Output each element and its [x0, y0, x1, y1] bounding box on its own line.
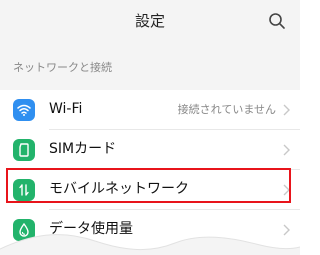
chevron-right-icon — [283, 104, 290, 116]
wifi-status: 接続されていません — [177, 103, 276, 116]
wifi-row[interactable]: Wi-Fi 接続されていません — [0, 90, 300, 129]
section-label: ネットワークと接続 — [13, 61, 112, 74]
chevron-right-icon — [283, 184, 290, 196]
chevron-right-icon — [283, 144, 290, 156]
mobile-data-icon — [13, 179, 35, 201]
sim-card-label: SIMカード — [49, 141, 117, 157]
mobile-network-row[interactable]: モバイルネットワーク — [0, 170, 300, 209]
wifi-icon — [13, 99, 35, 121]
sim-card-icon — [13, 139, 35, 161]
sim-card-row[interactable]: SIMカード — [0, 130, 300, 169]
wifi-label: Wi-Fi — [49, 101, 83, 117]
page-title: 設定 — [134, 12, 165, 30]
mobile-network-label: モバイルネットワーク — [49, 181, 189, 197]
search-icon[interactable] — [268, 12, 286, 30]
torn-edge-decoration — [0, 234, 300, 255]
